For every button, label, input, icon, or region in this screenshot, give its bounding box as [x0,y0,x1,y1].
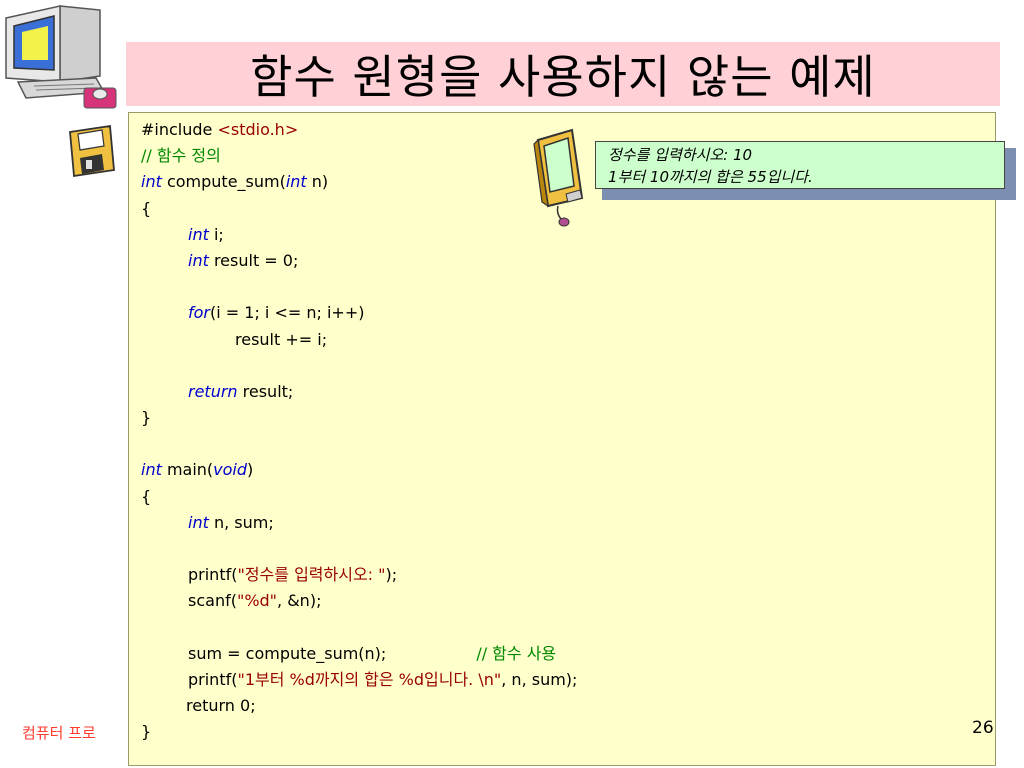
floppy-disk-icon [69,124,115,178]
code-brace: } [141,722,152,742]
code-text: printf( [188,565,238,585]
code-text: scanf( [188,591,237,611]
code-line: for(i = 1; i <= n; i++) [141,300,577,326]
code-line: int compute_sum(int n) [141,169,577,195]
code-text: , &n); [277,591,322,611]
code-text: main( [161,460,214,480]
code-text: n) [306,172,329,192]
code-brace: { [141,198,152,218]
code-text: (i = 1; i <= n; i++) [210,303,365,323]
code-comment: // 함수 정의 [141,146,221,166]
code-keyword: for [188,303,210,323]
code-text: n, sum; [208,512,274,532]
code-line: scanf("%d", &n); [141,588,577,614]
footer-text: 컴퓨터 프로 [22,724,96,742]
code-line: int result = 0; [141,248,577,274]
code-text: printf( [188,669,238,689]
code-line: printf("1부터 %d까지의 합은 %d입니다. \n", n, sum)… [141,667,577,693]
code-string: "정수를 입력하시오: " [237,565,386,585]
monitor-clipart-icon [533,128,584,227]
code-line: return 0; [186,696,256,716]
code-text: , n, sum); [501,669,578,689]
output-line: 1부터 10까지의 합은 55입니다. [608,168,813,186]
code-line: result += i; [235,329,328,349]
code-brace: { [141,486,152,506]
slide-title: 함수 원형을 사용하지 않는 예제 [126,42,1000,106]
code-text: #include [141,120,218,139]
code-keyword: return [188,381,238,401]
output-line: 정수를 입력하시오: 10 [608,146,753,164]
program-output: 정수를 입력하시오: 10 1부터 10까지의 합은 55입니다. [595,141,1005,189]
code-text: result = 0; [208,250,299,270]
code-text: ) [247,460,254,480]
page-number: 26 [972,718,994,738]
code-keyword: int [188,512,209,532]
code-comment: // 함수 사용 [476,643,557,663]
code-string: "1부터 %d까지의 합은 %d입니다. \n" [237,669,502,689]
code-text: compute_sum( [161,172,286,192]
code-keyword: int [285,172,307,192]
code-line: int i; [141,222,577,248]
code-line: return result; [141,379,577,405]
code-brace: } [141,408,152,428]
code-keyword: int [188,250,209,270]
code-text: result; [237,381,294,401]
code-line: int n, sum; [141,510,577,536]
code-keyword: int [141,172,162,192]
code-text: ); [385,565,398,585]
code-line: printf("정수를 입력하시오: "); [141,562,577,588]
code-keyword: void [213,460,248,480]
code-header: <stdio.h> [217,120,299,139]
code-text: i; [208,224,224,244]
code-text: sum = compute_sum(n); [188,643,387,663]
code-line: #include <stdio.h> [141,117,577,143]
computer-clipart-icon [5,5,117,109]
code-line: sum = compute_sum(n); // 함수 사용 [141,641,577,667]
code-listing: #include <stdio.h> // 함수 정의 int compute_… [141,117,577,746]
code-string: "%d" [236,591,278,611]
code-line: int main(void) [141,457,577,483]
code-keyword: int [141,460,162,480]
code-keyword: int [188,224,209,244]
